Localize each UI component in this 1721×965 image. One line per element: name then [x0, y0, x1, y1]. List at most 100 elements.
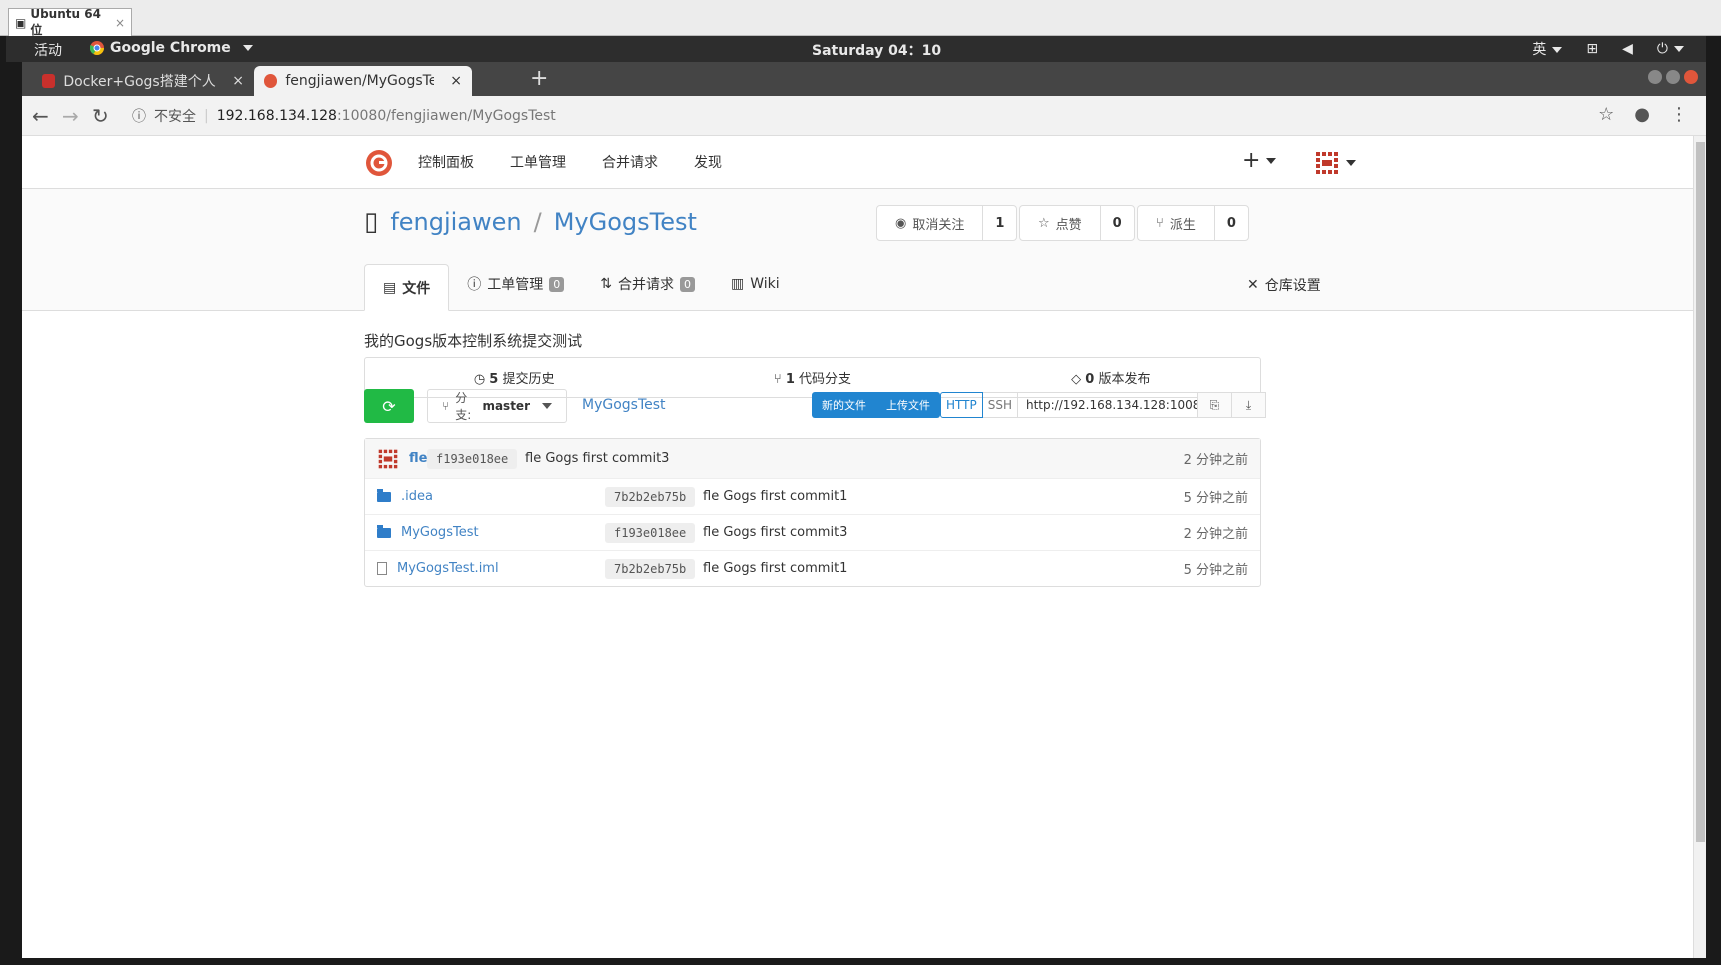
- book-icon: ▥: [730, 276, 745, 292]
- nav-issues[interactable]: 工单管理: [510, 152, 566, 172]
- volume-icon[interactable]: ◀: [1622, 41, 1633, 57]
- star-button[interactable]: ☆ 点赞: [1020, 206, 1101, 240]
- nav-explore[interactable]: 发现: [694, 152, 722, 172]
- branch-icon: ⑂: [773, 372, 782, 387]
- app-menu[interactable]: Google Chrome: [90, 40, 253, 56]
- account-icon[interactable]: ●: [1634, 104, 1650, 125]
- nav-pulls[interactable]: 合并请求: [602, 152, 658, 172]
- scrollbar-thumb[interactable]: [1696, 142, 1705, 842]
- fork-button[interactable]: ⑂ 派生: [1138, 206, 1215, 240]
- reload-icon[interactable]: ↻: [92, 104, 109, 128]
- system-tray: 英 ⊞ ◀ ⏻: [1532, 39, 1684, 59]
- commit-message: fle Gogs first commit3: [525, 451, 670, 466]
- file-table: fle f193e018ee fle Gogs first commit3 2 …: [364, 438, 1261, 587]
- table-row: MyGogsTest.iml 7b2b2eb75b fle Gogs first…: [365, 550, 1260, 586]
- address-bar: ← → ↻ ⓘ 不安全 | 192.168.134.128:10080/feng…: [22, 96, 1706, 136]
- tab-wiki[interactable]: ▥ Wiki: [713, 261, 798, 307]
- gogs-favicon: [264, 74, 278, 88]
- ssh-button[interactable]: SSH: [982, 392, 1018, 418]
- browser-tab-docker[interactable]: Docker+Gogs搭建个人Git ×: [32, 66, 254, 96]
- page-scrollbar[interactable]: [1693, 136, 1706, 958]
- commit-message[interactable]: fle Gogs first commit1: [703, 489, 847, 504]
- file-link[interactable]: MyGogsTest.iml: [377, 561, 499, 576]
- network-icon[interactable]: ⊞: [1586, 41, 1598, 57]
- releases-stat[interactable]: ◇ 0 版本发布: [962, 368, 1260, 387]
- commit-age: 2 分钟之前: [1183, 453, 1248, 468]
- download-icon[interactable]: ⤓: [1231, 392, 1266, 418]
- path-breadcrumb[interactable]: MyGogsTest: [582, 397, 666, 413]
- star-count[interactable]: 0: [1101, 206, 1134, 240]
- gogs-logo-icon[interactable]: [364, 148, 394, 178]
- url-field[interactable]: ⓘ 不安全 | 192.168.134.128:10080/fengjiawen…: [132, 102, 1592, 130]
- tab-title: fengjiawen/MyGogsTest:: [285, 73, 435, 89]
- star-icon[interactable]: ☆: [1598, 104, 1614, 125]
- file-name: .idea: [401, 489, 433, 504]
- menu-icon[interactable]: ⋮: [1670, 104, 1688, 125]
- tab-issues[interactable]: ⓘ 工单管理 0: [449, 261, 582, 307]
- fork-label: 派生: [1169, 217, 1196, 233]
- folder-icon: [377, 524, 391, 538]
- repo-name-link[interactable]: MyGogsTest: [554, 208, 697, 236]
- browser-tab-gogs[interactable]: fengjiawen/MyGogsTest: ×: [254, 66, 472, 96]
- commit-message[interactable]: fle Gogs first commit3: [703, 525, 847, 540]
- user-menu[interactable]: [1314, 150, 1356, 176]
- watch-button-group: ◉ 取消关注 1: [876, 205, 1018, 241]
- close-icon[interactable]: ×: [232, 73, 244, 89]
- branches-stat[interactable]: ⑂ 1 代码分支: [663, 368, 961, 387]
- repo-tabs: ▤ 文件 ⓘ 工单管理 0 ⇅ 合并请求 0 ▥ Wiki: [364, 257, 798, 311]
- close-window-button[interactable]: [1684, 70, 1698, 84]
- branch-label: 分支:: [455, 391, 472, 422]
- commit-sha[interactable]: f193e018ee: [427, 448, 518, 469]
- close-icon[interactable]: ×: [450, 73, 462, 89]
- copy-icon[interactable]: ⎘: [1197, 392, 1232, 418]
- fork-icon: ⑂: [1156, 215, 1164, 231]
- maximize-button[interactable]: [1666, 70, 1680, 84]
- activities-button[interactable]: 活动: [34, 40, 62, 60]
- repo-settings-link[interactable]: ✕ 仓库设置: [1247, 275, 1321, 295]
- releases-count: 0: [1085, 372, 1095, 387]
- tab-files[interactable]: ▤ 文件: [364, 264, 450, 311]
- http-button[interactable]: HTTP: [940, 392, 983, 418]
- commit-sha[interactable]: 7b2b2eb75b: [605, 486, 696, 507]
- compare-button[interactable]: ⟳: [364, 389, 414, 423]
- forward-icon[interactable]: →: [62, 104, 79, 128]
- branches-count: 1: [785, 372, 795, 387]
- chrome-icon: [90, 41, 104, 55]
- commit-message[interactable]: fle Gogs first commit1: [703, 561, 847, 576]
- chrome-tab-strip: Docker+Gogs搭建个人Git × fengjiawen/MyGogsTe…: [22, 62, 1706, 96]
- input-method[interactable]: 英: [1532, 39, 1563, 59]
- power-icon[interactable]: ⏻: [1657, 41, 1684, 57]
- vm-tab[interactable]: ▣ Ubuntu 64 位 ×: [8, 7, 132, 37]
- tag-icon: ◇: [1071, 372, 1082, 387]
- url-host: 192.168.134.128: [216, 108, 337, 124]
- new-tab-button[interactable]: +: [530, 66, 548, 91]
- commit-sha[interactable]: 7b2b2eb75b: [605, 558, 696, 579]
- vm-tab-close-icon[interactable]: ×: [115, 16, 125, 30]
- file-link[interactable]: MyGogsTest: [377, 524, 479, 540]
- create-dropdown[interactable]: +: [1242, 148, 1277, 173]
- nav-dashboard[interactable]: 控制面板: [418, 152, 474, 172]
- repo-owner-link[interactable]: fengjiawen: [390, 208, 521, 236]
- commits-stat[interactable]: ◷ 5 提交历史: [365, 368, 663, 387]
- commit-author[interactable]: fle: [377, 448, 427, 470]
- repo-header: ▯ fengjiawen / MyGogsTest ◉ 取消关注 1 ☆ 点赞 0 …: [22, 189, 1693, 311]
- info-icon[interactable]: ⓘ: [132, 106, 146, 126]
- tab-pulls[interactable]: ⇅ 合并请求 0: [582, 261, 713, 307]
- file-name: MyGogsTest.iml: [397, 561, 499, 576]
- file-link[interactable]: .idea: [377, 488, 433, 504]
- back-icon[interactable]: ←: [32, 104, 49, 128]
- watch-count[interactable]: 1: [983, 206, 1016, 240]
- star-label: 点赞: [1055, 217, 1082, 233]
- tab-label: 合并请求: [617, 277, 674, 293]
- clone-url-input[interactable]: http://192.168.134.128:10080/f: [1017, 392, 1198, 418]
- clock[interactable]: Saturday 04：10: [812, 40, 941, 60]
- fork-count[interactable]: 0: [1215, 206, 1248, 240]
- upload-file-button[interactable]: 上传文件: [876, 392, 940, 418]
- unwatch-button[interactable]: ◉ 取消关注: [877, 206, 984, 240]
- folder-icon: [377, 488, 391, 502]
- new-file-button[interactable]: 新的文件: [812, 392, 876, 418]
- minimize-button[interactable]: [1648, 70, 1662, 84]
- pull-request-icon: ⇅: [600, 276, 612, 292]
- commit-sha[interactable]: f193e018ee: [605, 522, 696, 543]
- branch-dropdown[interactable]: ⑂ 分支: master: [427, 389, 567, 423]
